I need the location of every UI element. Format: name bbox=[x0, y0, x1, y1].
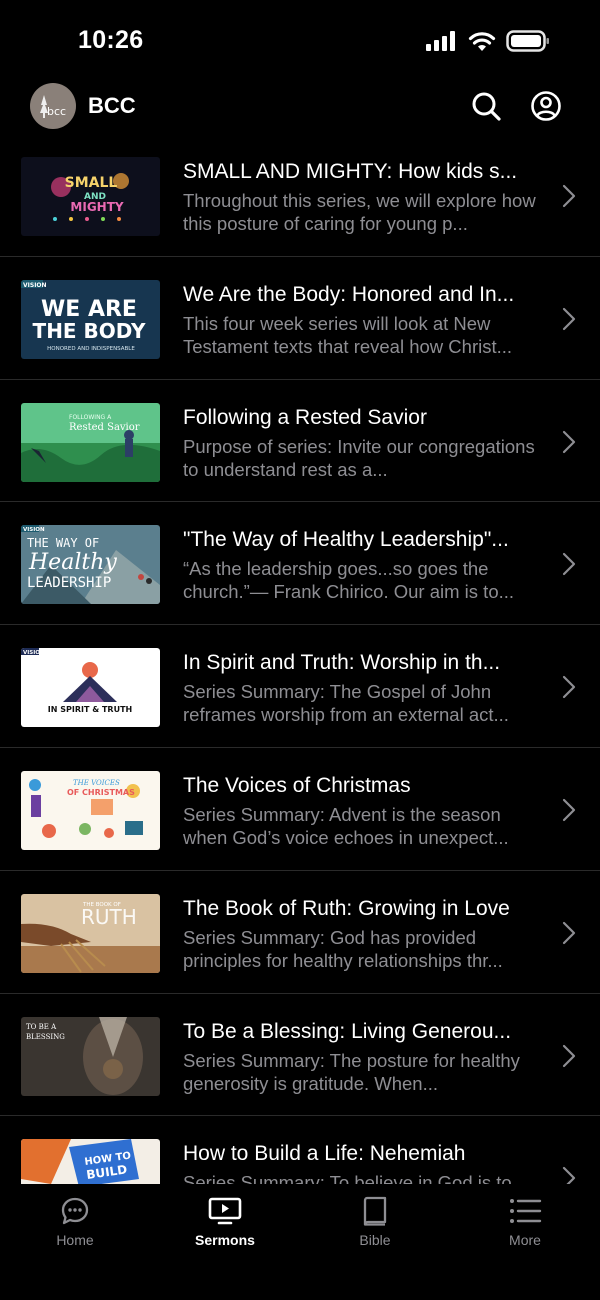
thumb-text: Healthy bbox=[28, 550, 117, 575]
sermon-row[interactable]: VISION THE WAY OF Healthy LEADERSHIP "Th… bbox=[0, 502, 600, 626]
thumb-text: THE WAY OF bbox=[27, 536, 99, 550]
sermon-title: SMALL AND MIGHTY: How kids s... bbox=[183, 160, 518, 183]
thumb-text: THE BODY bbox=[33, 319, 146, 343]
chevron-right-icon bbox=[562, 1044, 576, 1067]
sermon-description: Throughout this series, we will explore … bbox=[183, 190, 536, 234]
book-icon bbox=[363, 1196, 387, 1226]
thumb-text: THE VOICES bbox=[73, 779, 120, 787]
sermon-description: Series Summary: God has provided princip… bbox=[183, 926, 503, 971]
status-time: 10:26 bbox=[78, 26, 144, 54]
tab-home[interactable]: Home bbox=[15, 1196, 135, 1256]
sermon-thumbnail: TO BE A BLESSING bbox=[21, 1016, 160, 1096]
chevron-right-icon bbox=[562, 921, 576, 944]
status-bar: 10:26 bbox=[0, 0, 600, 80]
list-icon bbox=[510, 1199, 542, 1223]
sermon-thumbnail: VISION WE ARE THE BODY HONORED AND INDIS… bbox=[21, 279, 160, 359]
thumb-text: RUTH bbox=[81, 905, 137, 929]
chevron-right-icon bbox=[562, 798, 576, 822]
tv-play-icon bbox=[208, 1197, 242, 1225]
tab-label: More bbox=[509, 1232, 541, 1248]
search-icon bbox=[472, 92, 501, 121]
status-icons bbox=[426, 30, 550, 52]
tab-label: Sermons bbox=[195, 1232, 255, 1248]
tab-label: Home bbox=[56, 1232, 94, 1248]
thumb-text: VISION bbox=[23, 527, 45, 533]
sermon-title: The Book of Ruth: Growing in Love bbox=[183, 896, 510, 920]
chat-bubble-icon bbox=[61, 1197, 89, 1225]
thumb-text: FOLLOWING A bbox=[69, 414, 112, 421]
thumb-text: IN SPIRIT & TRUTH bbox=[48, 705, 132, 714]
tab-bible[interactable]: Bible bbox=[315, 1196, 435, 1256]
thumb-text: HONORED AND INDISPENSABLE bbox=[47, 346, 135, 352]
sermon-description: “As the leadership goes...so goes the ch… bbox=[183, 558, 515, 603]
sermon-thumbnail: VISION THE WAY OF Healthy LEADERSHIP bbox=[21, 525, 160, 605]
sermon-title: "The Way of Healthy Leadership"... bbox=[183, 528, 509, 552]
sermon-row[interactable]: THE BOOK OF RUTH The Book of Ruth: Growi… bbox=[0, 871, 600, 994]
sermon-description: Series Summary: Advent is the season whe… bbox=[183, 803, 509, 848]
chevron-right-icon bbox=[562, 307, 576, 330]
sermon-row[interactable]: VISION WE ARE THE BODY HONORED AND INDIS… bbox=[0, 257, 600, 380]
tab-more[interactable]: More bbox=[465, 1196, 585, 1256]
sermon-thumbnail: THE BOOK OF RUTH bbox=[21, 893, 160, 973]
sermon-row[interactable]: SMALL AND MIGHTY SMALL AND MIGHTY: How k… bbox=[0, 134, 600, 257]
profile-icon bbox=[531, 91, 561, 121]
sermon-thumbnail: FOLLOWING A Rested Savior bbox=[21, 402, 160, 482]
sermon-title: How to Build a Life: Nehemiah bbox=[183, 1142, 466, 1166]
sermon-row[interactable]: TO BE A BLESSING To Be a Blessing: Livin… bbox=[0, 994, 600, 1117]
sermon-list: SMALL AND MIGHTY SMALL AND MIGHTY: How k… bbox=[0, 134, 600, 1184]
sermon-description: This four week series will look at New T… bbox=[183, 312, 513, 357]
search-button[interactable] bbox=[470, 90, 502, 122]
sermon-title: The Voices of Christmas bbox=[183, 773, 411, 797]
chevron-right-icon bbox=[562, 676, 576, 699]
chevron-right-icon bbox=[562, 553, 576, 576]
chevron-right-icon bbox=[562, 1167, 576, 1184]
sermon-title: To Be a Blessing: Living Generou... bbox=[183, 1019, 512, 1043]
logo-text: bcc bbox=[47, 105, 67, 118]
sermon-row[interactable]: FOLLOWING A Rested Savior Following a Re… bbox=[0, 380, 600, 503]
sermon-thumbnail: SMALL AND MIGHTY bbox=[21, 157, 160, 236]
thumb-text: TO BE A bbox=[26, 1023, 57, 1031]
sermon-row[interactable]: VISION IN SPIRIT & TRUTH In Spirit and T… bbox=[0, 625, 600, 748]
sermon-thumbnail: VISION IN SPIRIT & TRUTH bbox=[21, 648, 160, 728]
sermon-description: Series Summary: The Gospel of John refra… bbox=[183, 681, 509, 726]
sermon-description: Series Summary: The posture for healthy … bbox=[183, 1049, 520, 1094]
sermon-thumbnail: HOW TO BUILD bbox=[21, 1139, 160, 1184]
sermon-description: Purpose of series: Invite our congregati… bbox=[183, 435, 535, 480]
sermon-title: We Are the Body: Honored and In... bbox=[183, 282, 515, 306]
tab-sermons[interactable]: Sermons bbox=[165, 1196, 285, 1256]
thumb-text: Rested Savior bbox=[69, 422, 140, 433]
chevron-right-icon bbox=[562, 430, 576, 453]
profile-button[interactable] bbox=[530, 90, 562, 122]
sermon-title: Following a Rested Savior bbox=[183, 405, 427, 429]
church-logo: bcc bbox=[30, 83, 76, 129]
thumb-text: OF CHRISTMAS bbox=[67, 788, 135, 797]
thumb-text: BLESSING bbox=[26, 1033, 65, 1041]
tab-label: Bible bbox=[359, 1232, 391, 1248]
cellular-signal-icon bbox=[426, 31, 455, 51]
app-title: BCC bbox=[88, 93, 136, 118]
thumb-text: MIGHTY bbox=[70, 200, 123, 214]
wifi-icon bbox=[468, 31, 496, 51]
thumb-text: LEADERSHIP bbox=[27, 575, 111, 591]
sermon-row[interactable]: HOW TO BUILD How to Build a Life: Nehemi… bbox=[0, 1116, 600, 1184]
sermon-thumbnail: THE VOICES OF CHRISTMAS bbox=[21, 770, 160, 850]
sermon-title: In Spirit and Truth: Worship in th... bbox=[183, 651, 501, 675]
thumb-text: SMALL bbox=[65, 175, 118, 191]
sermon-description: Series Summary: To believe in God is to.… bbox=[183, 1172, 528, 1184]
thumb-text: VISION bbox=[23, 650, 45, 656]
tab-bar: Home Sermons Bible More bbox=[0, 1184, 600, 1300]
sermon-row[interactable]: THE VOICES OF CHRISTMAS The Voices of Ch… bbox=[0, 748, 600, 871]
battery-icon bbox=[506, 30, 549, 52]
thumb-text: VISION bbox=[23, 282, 47, 289]
chevron-right-icon bbox=[562, 184, 576, 208]
